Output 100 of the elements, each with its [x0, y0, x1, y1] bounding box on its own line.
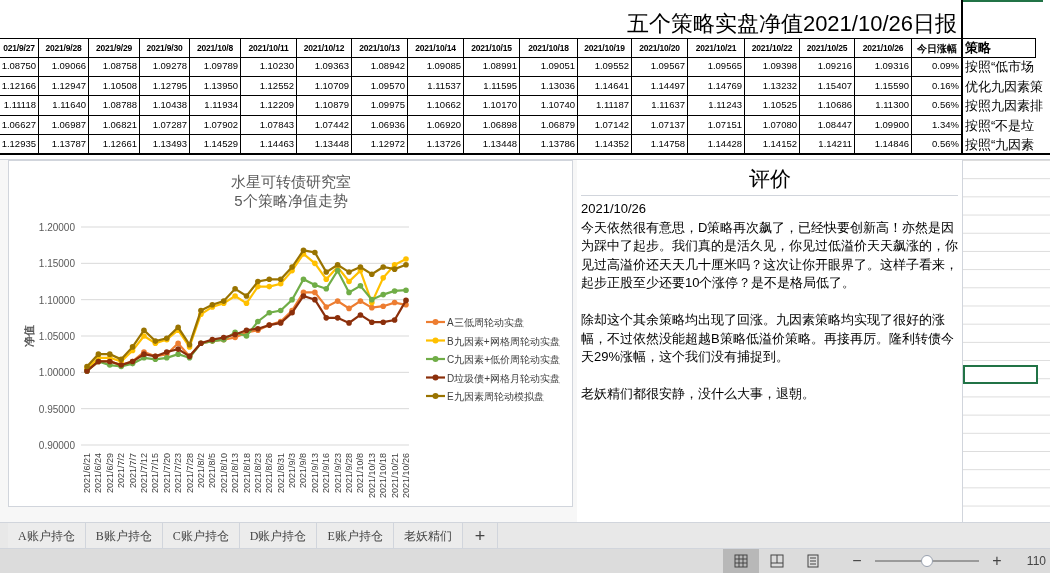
table-cell: 1.06920: [408, 115, 464, 135]
table-cell: 1.09316: [855, 57, 912, 77]
comment-paragraph: 今天依然很有意思，D策略再次飙了，已经快要创新高！亦然是因为踩中了起步。我们真的是活久见，你见过低溢价天天飙涨的，你见过高溢价还天天几十厘米吗？这次让你开眼界了。这样子看来，起步正股至少还要10个涨停？是不是格局低了。: [581, 218, 959, 292]
table-cell: 1.06627: [0, 115, 39, 135]
data-point: [312, 249, 318, 256]
table-cell: 1.10686: [800, 96, 855, 116]
table-cell: 1.10662: [408, 96, 464, 116]
table-cell: 1.12552: [241, 76, 297, 96]
table-cell: 1.13950: [190, 76, 241, 96]
zoom-out-button[interactable]: −: [846, 549, 867, 573]
table-cell: 1.13493: [140, 135, 190, 154]
x-tick-label: 2021/6/21: [82, 453, 92, 494]
table-cell: 1.13786: [520, 135, 578, 154]
table-cell: 1.08991: [464, 57, 520, 77]
table-cell: 1.14769: [688, 76, 745, 96]
column-header: 策略: [963, 38, 1036, 58]
date-header: 2021/10/20: [632, 38, 688, 58]
table-cell: 1.08758: [89, 57, 140, 77]
data-point: [346, 278, 352, 285]
data-point: [346, 320, 352, 326]
y-tick-label: 0.95000: [38, 403, 75, 415]
table-cell: 1.11118: [0, 96, 39, 116]
table-cell: 1.14211: [800, 135, 855, 154]
table-cell: 1.12947: [39, 76, 89, 96]
y-tick-label: 0.90000: [38, 440, 75, 451]
x-tick-label: 2021/7/20: [161, 453, 172, 494]
comment-date: 2021/10/26: [581, 200, 648, 218]
legend-marker-icon: [426, 356, 445, 362]
data-point: [380, 275, 386, 281]
data-point: [403, 287, 409, 293]
legend-label: D垃圾债+网格月轮动实盘: [447, 372, 561, 384]
strategy-cell-text: 按照九因素排: [964, 97, 1044, 115]
selected-cell[interactable]: [963, 365, 1038, 384]
slider-thumb[interactable]: [920, 555, 933, 567]
x-tick-label: 2021/7/7: [127, 453, 138, 489]
strategy-cell-text: 按照“低市场: [964, 58, 1036, 76]
strategy-cell-text: 优化九因素策: [964, 77, 1044, 96]
date-header: 2021/10/12: [297, 38, 352, 58]
table-cell: 0.56%: [912, 135, 963, 154]
table-cell: 1.08942: [352, 57, 408, 77]
table-cell: 1.07843: [241, 115, 297, 135]
data-point: [323, 285, 330, 292]
table-cell: 1.09278: [140, 57, 190, 77]
data-point: [380, 303, 386, 309]
x-tick-label: 2021/7/28: [184, 453, 195, 494]
table-cell: 1.12935: [0, 135, 39, 154]
zoom-percentage: 110: [1026, 553, 1046, 570]
date-header: 2021/10/26: [855, 38, 912, 58]
legend-marker-icon: [426, 393, 445, 399]
zoom-slider[interactable]: [874, 555, 979, 567]
y-tick-label: 1.05000: [38, 331, 75, 342]
x-tick-label: 2021/8/5: [207, 453, 218, 489]
table-cell: 0.56%: [912, 96, 963, 116]
table-cell: 1.34%: [912, 115, 963, 135]
table-cell: 1.10230: [241, 57, 297, 77]
date-header: 2021/10/15: [464, 38, 520, 58]
y-tick-label: 1.20000: [38, 222, 75, 233]
sheet-tab[interactable]: E账户持仓: [317, 523, 394, 548]
legend-marker-icon: [426, 337, 445, 344]
data-point: [369, 319, 375, 325]
x-tick-label: 2021/8/31: [275, 453, 286, 494]
table-cell: 1.12166: [0, 76, 39, 96]
table-cell: 1.11640: [39, 96, 89, 116]
page-view-icon: [804, 553, 821, 569]
table-cell: 1.08447: [800, 115, 855, 135]
sheet-tab[interactable]: A账户持仓: [8, 523, 86, 548]
legend-label: C九因素+低价周轮动实盘: [447, 354, 561, 365]
x-tick-label: 2021/9/16: [321, 453, 332, 494]
zoom-in-button[interactable]: +: [986, 549, 1007, 573]
sheet-tab[interactable]: 老妖精们: [393, 523, 463, 548]
y-tick-label: 1.15000: [38, 258, 75, 270]
x-tick-label: 2021/10/8: [355, 453, 366, 494]
x-tick-label: 2021/7/2: [116, 453, 127, 489]
table-cell: 1.10709: [297, 76, 352, 96]
table-cell: 1.15407: [800, 76, 855, 96]
table-cell: 1.09789: [190, 57, 241, 77]
data-point: [312, 260, 318, 267]
table-cell: 1.13787: [39, 135, 89, 154]
sheet-tab[interactable]: C账户持仓: [162, 523, 240, 548]
sheet-tab[interactable]: B账户持仓: [85, 523, 163, 548]
view-button[interactable]: [722, 548, 759, 573]
table-cell: 1.14463: [241, 135, 297, 154]
table-cell: 1.06879: [520, 115, 578, 135]
chart-title: 5个策略净值走势: [234, 192, 348, 209]
grid-view-icon: [732, 553, 749, 569]
table-cell: 1.14152: [745, 135, 800, 154]
x-tick-label: 2021/7/12: [138, 453, 149, 494]
table-cell: 1.09066: [39, 57, 89, 77]
x-tick-label: 2021/10/18: [378, 453, 389, 499]
sheet-tab[interactable]: D账户持仓: [239, 523, 318, 548]
strategy-cell-text: 按照“九因素: [964, 136, 1036, 154]
date-header: 2021/10/8: [190, 38, 241, 58]
x-tick-label: 2021/8/26: [264, 453, 275, 494]
page-layout-icon: [768, 553, 785, 569]
data-point: [323, 304, 330, 310]
chart-title: 水星可转债研究室: [231, 173, 351, 190]
x-tick-label: 2021/10/21: [389, 453, 400, 499]
x-tick-label: 2021/10/13: [366, 453, 377, 499]
table-cell: 1.11243: [688, 96, 745, 116]
table-cell: 1.06987: [39, 115, 89, 135]
